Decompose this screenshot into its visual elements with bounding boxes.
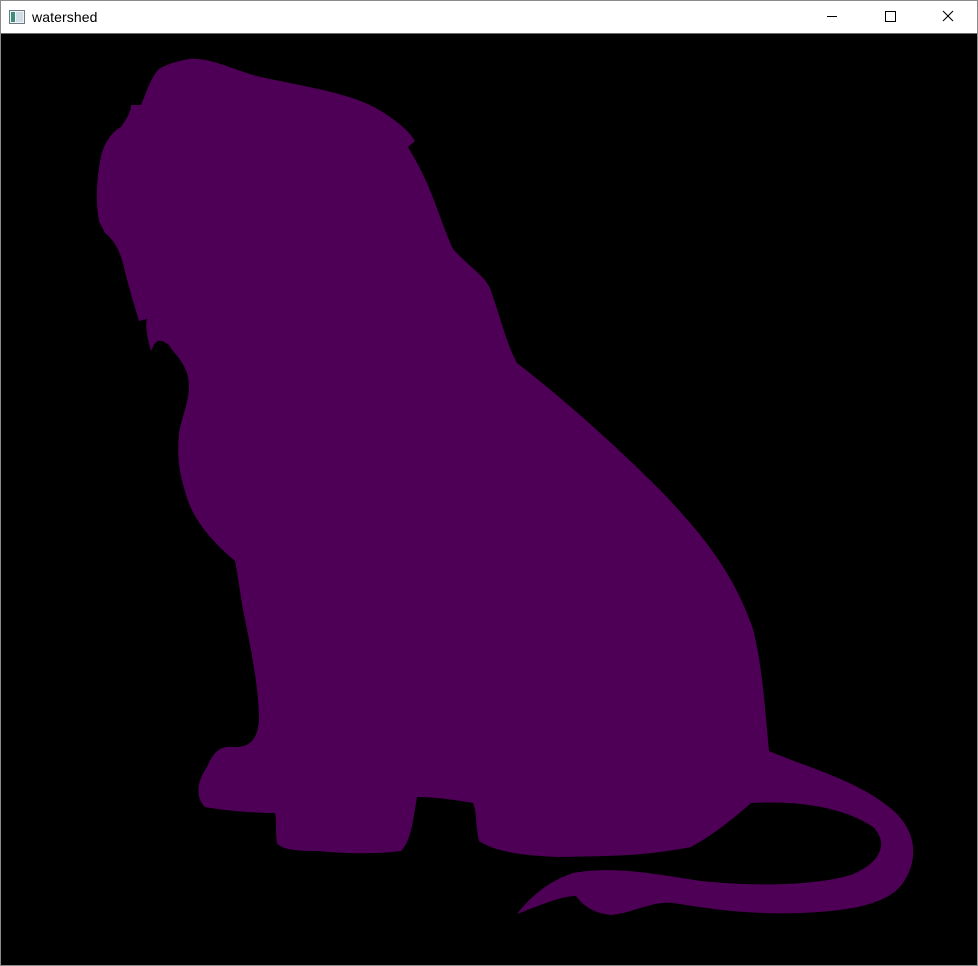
window-controls [803,1,977,34]
lion-segment [96,58,914,915]
window-title: watershed [32,9,98,25]
close-button[interactable] [919,1,977,34]
segmentation-image [96,58,914,915]
minimize-button[interactable] [803,1,861,34]
app-window: watershed [0,0,978,966]
maximize-icon [884,9,896,27]
minimize-icon [826,9,838,27]
app-window-icon [9,10,25,24]
maximize-button[interactable] [861,1,919,34]
title-bar[interactable]: watershed [1,1,977,34]
close-icon [942,9,954,27]
image-canvas[interactable] [1,34,977,965]
